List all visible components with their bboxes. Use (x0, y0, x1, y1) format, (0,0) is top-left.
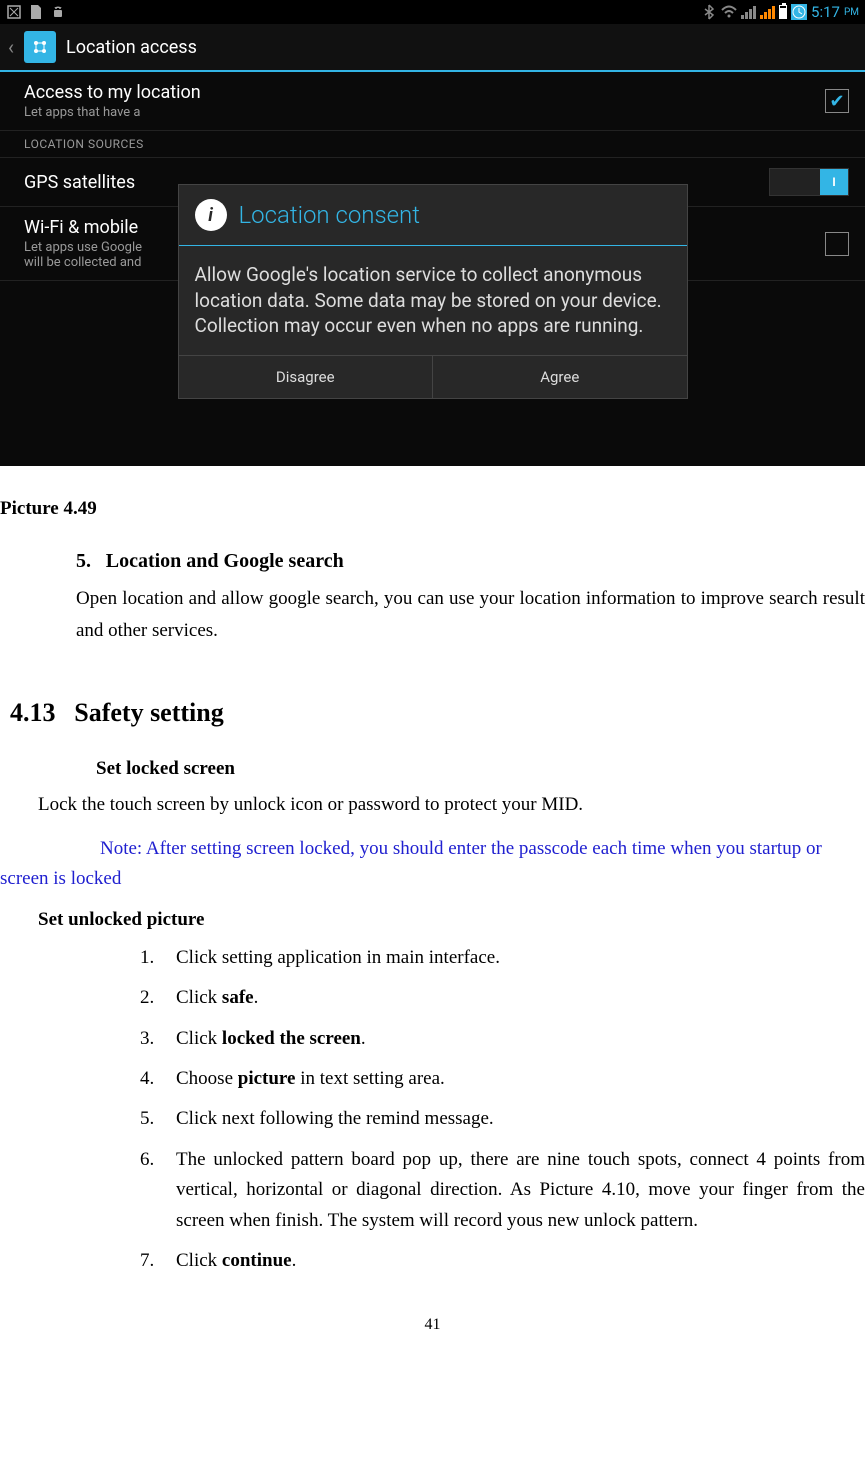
status-time: 5:17 (811, 3, 840, 21)
section-header: LOCATION SOURCES (0, 131, 865, 158)
app-bar-title: Location access (66, 37, 197, 58)
signal-icon-2 (760, 5, 775, 19)
setting-subtitle: Let apps that have a (24, 105, 201, 120)
checkbox-checked[interactable]: ✔ (825, 89, 849, 113)
list-item: 1. Click setting application in main int… (140, 943, 865, 973)
status-bar: 5:17 PM (0, 0, 865, 24)
heading-4-13: 4.13 Safety setting (10, 698, 865, 728)
list-item: 5. Click next following the remind messa… (140, 1104, 865, 1134)
section-body: Open location and allow google search, y… (76, 583, 865, 648)
status-ampm: PM (844, 7, 859, 18)
location-consent-dialog: i Location consent Allow Google's locati… (178, 184, 688, 399)
info-icon: i (195, 199, 227, 231)
section-number: 5. (76, 550, 91, 572)
battery-icon (779, 5, 787, 19)
disagree-button[interactable]: Disagree (179, 356, 433, 398)
section-5: 5. Location and Google search Open locat… (76, 550, 865, 648)
steps-list: 1. Click setting application in main int… (140, 943, 865, 1277)
figure-caption: Picture 4.49 (0, 498, 865, 520)
sd-icon (28, 4, 44, 20)
dialog-body: Allow Google's location service to colle… (179, 246, 687, 355)
list-item: 4. Choose picture in text setting area. (140, 1064, 865, 1094)
list-item: 7. Click continue. (140, 1246, 865, 1276)
dialog-title: Location consent (239, 201, 420, 229)
paragraph: Lock the touch screen by unlock icon or … (38, 790, 865, 820)
back-icon[interactable]: ‹ (8, 35, 14, 59)
list-item: 6. The unlocked pattern board pop up, th… (140, 1145, 865, 1236)
list-item: 2. Click safe. (140, 983, 865, 1013)
notification-icon (6, 4, 22, 20)
location-settings-icon[interactable] (24, 31, 56, 63)
note-text: Note: After setting screen locked, you s… (0, 834, 865, 895)
document-body: Picture 4.49 5. Location and Google sear… (0, 466, 865, 1354)
clock-icon (791, 4, 807, 20)
setting-access-my-location[interactable]: Access to my location Let apps that have… (0, 72, 865, 131)
signal-icon (741, 5, 756, 19)
setting-title: GPS satellites (24, 172, 135, 193)
subheading-set-locked-screen: Set locked screen (96, 758, 865, 780)
checkbox-unchecked[interactable]: ✔ (825, 232, 849, 256)
setting-title: Access to my location (24, 82, 201, 103)
page-number: 41 (0, 1316, 865, 1334)
heading-title: Safety setting (74, 698, 223, 727)
subheading-set-unlocked-picture: Set unlocked picture (38, 909, 865, 931)
toggle-on[interactable]: I (769, 168, 849, 196)
section-title: Location and Google search (106, 550, 344, 572)
heading-number: 4.13 (10, 698, 56, 727)
agree-button[interactable]: Agree (432, 356, 687, 398)
app-bar: ‹ Location access (0, 24, 865, 72)
android-icon (50, 4, 66, 20)
bluetooth-icon (701, 4, 717, 20)
list-item: 3. Click locked the screen. (140, 1024, 865, 1054)
wifi-icon (721, 4, 737, 20)
settings-body: Access to my location Let apps that have… (0, 72, 865, 466)
android-screenshot: 5:17 PM ‹ Location access Access to my l… (0, 0, 865, 466)
